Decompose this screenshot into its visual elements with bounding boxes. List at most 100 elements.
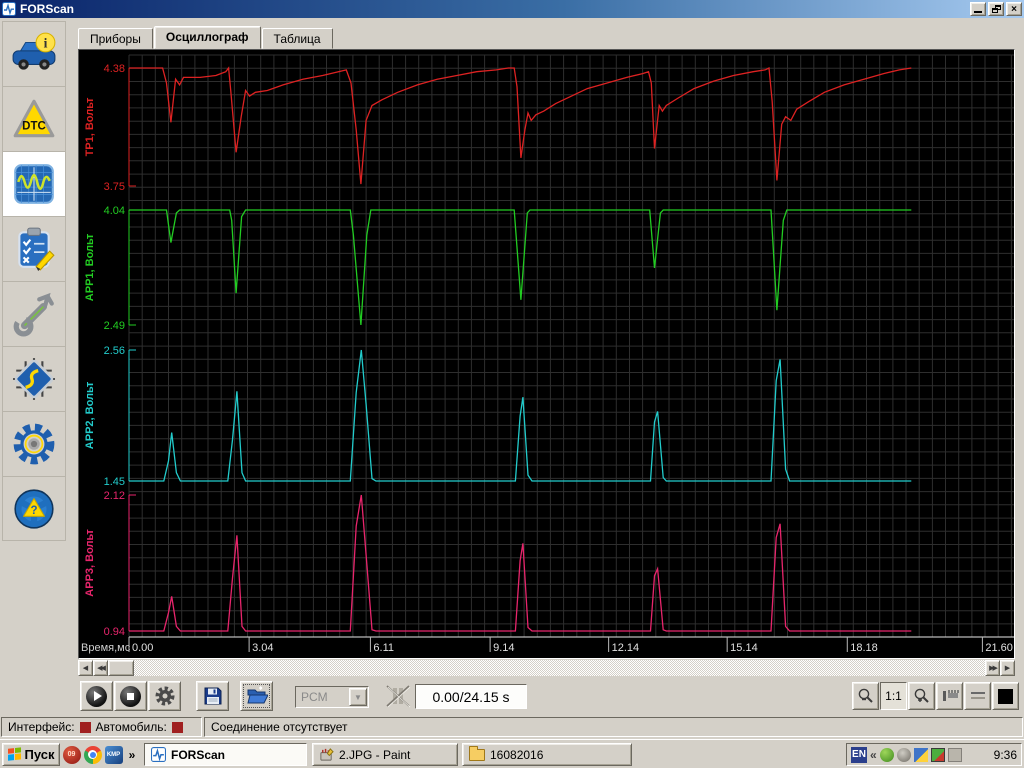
minimize-button[interactable] [970,2,986,16]
hscrollbar[interactable]: ◀ ◀ ◀ ▶ ▶ ▶ [78,660,1015,676]
tray-icon[interactable] [947,747,962,762]
connection-indicators-panel: Интерфейс: Автомобиль: [1,717,202,737]
status-bar: Интерфейс: Автомобиль: Соединение отсутс… [0,716,1024,738]
channel-name-label: APP1, Вольт [84,233,96,301]
save-button[interactable] [196,681,229,711]
tray-collapse-chevron[interactable]: « [870,748,877,762]
chrome-icon [83,745,102,764]
sidebar-item-oscilloscope[interactable] [2,151,66,216]
tab-oscilloscope[interactable]: Осциллограф [153,26,261,49]
interface-label: Интерфейс: [8,720,75,734]
zoom-in-button[interactable] [908,682,935,710]
sidebar-item-tests[interactable] [2,216,66,281]
tray-icon[interactable] [930,747,945,762]
paint-task-icon [320,748,334,761]
tab-table[interactable]: Таблица [261,28,333,49]
gear-icon [13,423,55,465]
sidebar-item-settings[interactable] [2,411,66,476]
start-button[interactable]: Пуск [2,743,60,766]
tray-icon[interactable] [896,747,911,762]
right-arrow-icon: ▶ [992,665,999,672]
taskbar: Пуск 09 KMP » FORScan 2.JPG - Paint 1608… [0,739,1024,768]
left-arrow-icon: ◀ [82,665,89,672]
tab-instruments[interactable]: Приборы [78,28,153,49]
open-button[interactable] [240,681,273,711]
zoom-out-button[interactable] [852,682,879,710]
channel-min-label: 1.45 [104,476,125,488]
x-tick-label: 0.00 [132,642,153,654]
trace-APP2 [129,349,912,482]
quicklaunch-chrome[interactable] [83,745,102,764]
close-button[interactable]: × [1006,2,1022,16]
trace-TP1 [129,66,912,185]
ruler-icon [942,690,959,701]
stop-button[interactable] [114,681,147,711]
dropdown-arrow-icon: ▼ [349,688,367,706]
zoom-out-icon [858,688,873,703]
sidebar-item-dtc[interactable]: DTC [2,86,66,151]
settings-gear-icon [155,686,174,706]
sidebar: i DTC ? [2,21,66,541]
module-select-value: PCM [301,690,328,704]
minimize-icon [974,10,982,13]
channel-name-label: APP3, Вольт [84,529,96,597]
restore-button[interactable] [988,2,1004,16]
vehicle-info-icon: i [12,32,56,70]
open-folder-icon [246,686,268,704]
oscilloscope-chart: Время,мс 0.00 3.04 6.11 9.14 12.14 15.14 18.18 2… [79,50,1014,658]
svg-text:i: i [44,36,48,51]
channel-min-label: 3.75 [104,181,125,193]
tab-bar: Приборы Осциллограф Таблица [78,26,334,49]
grid-lines-button[interactable] [964,682,991,710]
language-indicator[interactable]: EN [851,746,867,763]
scope-settings-button[interactable] [148,681,181,711]
quicklaunch-kmplayer[interactable]: KMP [104,745,123,764]
taskbar-window-paint[interactable]: 2.JPG - Paint [312,743,458,766]
close-icon: × [1011,3,1017,15]
zoom-actual-button[interactable]: 1:1 [880,682,907,710]
black-square-icon [998,688,1013,704]
sidebar-item-configuration[interactable] [2,346,66,411]
channel-max-label: 2.56 [104,345,125,357]
folder-icon [469,745,485,761]
channel-min-label: 0.94 [104,626,125,638]
channel-min-label: 2.49 [104,320,125,332]
scrollbar-track[interactable] [134,660,985,676]
x-tick-label: 18.18 [850,642,878,654]
sidebar-item-vehicle-info[interactable]: i [2,21,66,86]
channel-max-label: 2.12 [104,490,125,502]
tray-icon[interactable] [879,747,894,762]
quicklaunch-red-browser[interactable]: 09 [62,745,81,764]
right-arrow-icon: ▶ [1004,665,1011,672]
scroll-left-button[interactable]: ◀ [78,660,93,676]
taskbar-window-forscan[interactable]: FORScan [144,743,307,766]
module-select: PCM ▼ [295,686,369,708]
scroll-right-fast-button[interactable]: ▶ ▶ [985,660,1000,676]
windows-logo-icon [7,747,22,761]
measure-ruler-button[interactable] [936,682,963,710]
scroll-right-button[interactable]: ▶ [1000,660,1015,676]
sidebar-item-service[interactable] [2,281,66,346]
task-title: FORScan [171,747,226,762]
forscan-app-icon [2,2,16,16]
scroll-left-fast-button[interactable]: ◀ ◀ [93,660,108,676]
play-button[interactable] [80,681,113,711]
status-message-panel: Соединение отсутствует [204,717,1023,737]
sidebar-item-help[interactable]: ? [2,476,66,541]
disconnect-button [382,681,414,711]
stop-icon [120,685,141,707]
quicklaunch-overflow-chevron[interactable]: » [126,745,138,764]
chip-icon [13,358,55,400]
channel-max-label: 4.04 [104,205,125,217]
toolbar: PCM ▼ 0.00/24.15 s 1:1 [0,679,1024,715]
disconnect-icon [386,685,411,708]
channel-max-label: 4.38 [104,63,125,75]
taskbar-window-folder[interactable]: 16082016 [462,743,632,766]
lines-icon [970,692,985,699]
oscilloscope-icon [14,164,54,204]
background-color-button[interactable] [992,682,1019,710]
x-tick-label: 12.14 [612,642,640,654]
svg-text:?: ? [30,505,37,517]
scrollbar-thumb[interactable] [108,660,134,676]
tray-icon[interactable] [913,747,928,762]
